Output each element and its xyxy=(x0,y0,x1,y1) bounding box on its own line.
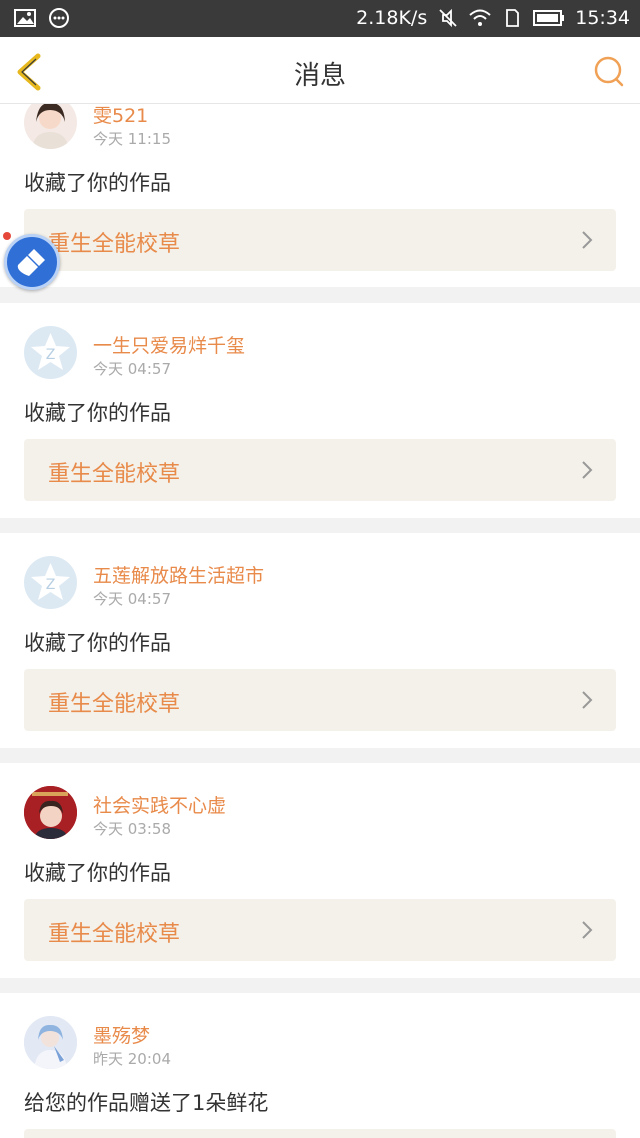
network-speed: 2.18K/s xyxy=(356,7,428,29)
work-link[interactable]: 重生全能校草 xyxy=(24,209,616,271)
work-link[interactable]: 重生全能校草 xyxy=(24,899,616,961)
message-text: 收藏了你的作品 xyxy=(24,861,171,885)
chevron-right-icon xyxy=(582,691,593,709)
clock: 15:34 xyxy=(575,7,630,29)
avatar[interactable] xyxy=(24,786,77,839)
work-title: 重生全能校草 xyxy=(48,232,181,257)
message-time: 今天 04:57 xyxy=(93,360,171,378)
message-text: 给您的作品赠送了1朵鲜花 xyxy=(24,1091,269,1115)
message-time: 昨天 20:04 xyxy=(93,1050,171,1068)
username[interactable]: 社会实践不心虚 xyxy=(93,791,226,818)
avatar[interactable]: Z xyxy=(24,326,77,379)
work-link[interactable]: 重生全能校草 xyxy=(24,439,616,501)
username[interactable]: 一生只爱易烊千玺 xyxy=(93,331,245,358)
status-bar: 2.18K/s 15:34 xyxy=(0,0,640,37)
work-link[interactable]: 重生全能校草 xyxy=(24,669,616,731)
username[interactable]: 雯521 xyxy=(93,104,148,128)
message-time: 今天 04:57 xyxy=(93,590,171,608)
message-card: 雯521 今天 11:15 收藏了你的作品 重生全能校草 xyxy=(0,104,640,287)
sim-icon xyxy=(506,9,520,27)
message-time: 今天 03:58 xyxy=(93,820,171,838)
work-link[interactable] xyxy=(24,1129,616,1138)
wifi-icon xyxy=(469,9,491,26)
mute-icon xyxy=(439,8,457,28)
svg-text:Z: Z xyxy=(46,577,56,593)
message-card: 社会实践不心虚 今天 03:58 收藏了你的作品 重生全能校草 xyxy=(0,763,640,978)
battery-icon xyxy=(533,10,565,26)
search-icon[interactable] xyxy=(592,54,626,88)
username[interactable]: 五莲解放路生活超市 xyxy=(93,561,264,588)
chevron-right-icon xyxy=(582,461,593,479)
message-card: Z 一生只爱易烊千玺 今天 04:57 收藏了你的作品 重生全能校草 xyxy=(0,303,640,518)
chevron-right-icon xyxy=(582,231,593,249)
work-title: 重生全能校草 xyxy=(48,462,181,487)
message-card: 墨殇梦 昨天 20:04 给您的作品赠送了1朵鲜花 xyxy=(0,993,640,1138)
more-icon xyxy=(49,8,69,28)
message-text: 收藏了你的作品 xyxy=(24,631,171,655)
broom-icon xyxy=(17,249,45,276)
message-time: 今天 11:15 xyxy=(93,130,171,148)
message-text: 收藏了你的作品 xyxy=(24,171,171,195)
floating-assist-button[interactable] xyxy=(4,234,60,290)
avatar[interactable] xyxy=(24,1016,77,1069)
page-title: 消息 xyxy=(293,61,346,91)
message-list[interactable]: 雯521 今天 11:15 收藏了你的作品 重生全能校草 Z 一生只爱易烊千玺 … xyxy=(0,104,640,1138)
image-icon xyxy=(14,9,36,27)
message-text: 收藏了你的作品 xyxy=(24,401,171,425)
chevron-right-icon xyxy=(582,921,593,939)
avatar[interactable] xyxy=(24,104,77,149)
header: 消息 xyxy=(0,37,640,104)
svg-text:Z: Z xyxy=(46,347,56,363)
message-card: Z 五莲解放路生活超市 今天 04:57 收藏了你的作品 重生全能校草 xyxy=(0,533,640,748)
work-title: 重生全能校草 xyxy=(48,922,181,947)
work-title: 重生全能校草 xyxy=(48,692,181,717)
username[interactable]: 墨殇梦 xyxy=(93,1021,150,1048)
avatar[interactable]: Z xyxy=(24,556,77,609)
